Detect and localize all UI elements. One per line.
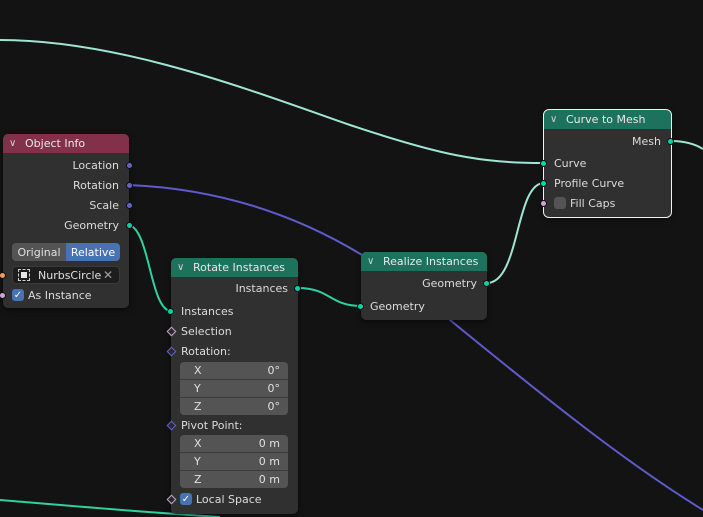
input-rotation-label: Rotation: <box>181 344 231 358</box>
socket-mesh[interactable] <box>667 138 674 145</box>
link-realize-to-profile[interactable] <box>486 182 545 284</box>
link-mesh-out[interactable] <box>670 140 703 150</box>
curve-to-mesh-node[interactable]: ∨ Curve to Mesh Mesh Curve Profile Curve… <box>540 109 674 218</box>
socket-as-instance[interactable] <box>0 292 6 299</box>
output-mesh: Mesh <box>632 134 661 148</box>
object-info-node[interactable]: ∨ Object Info Location Rotation Scale Ge… <box>0 134 133 308</box>
output-geometry: Geometry <box>422 276 477 290</box>
pivot-y[interactable]: Y0 m <box>180 453 288 471</box>
input-geometry: Geometry <box>370 299 425 313</box>
input-pivot-label: Pivot Point: <box>181 418 243 432</box>
input-curve: Curve <box>554 156 587 170</box>
socket-rotation[interactable] <box>126 182 133 189</box>
socket-location[interactable] <box>126 162 133 169</box>
socket-instances-out[interactable] <box>294 285 301 292</box>
output-rotation: Rotation <box>72 178 119 192</box>
node-title: Curve to Mesh <box>566 113 646 126</box>
socket-profile-curve[interactable] <box>540 180 547 187</box>
input-selection: Selection <box>181 324 232 338</box>
output-location: Location <box>72 158 119 172</box>
socket-instances-in[interactable] <box>167 308 174 315</box>
output-instances: Instances <box>235 281 288 295</box>
close-icon[interactable]: ✕ <box>103 268 113 282</box>
node-title: Object Info <box>25 137 86 150</box>
chevron-down-icon[interactable]: ∨ <box>177 262 189 273</box>
object-name: NurbsCircle <box>38 268 102 282</box>
link-instances-to-realize[interactable] <box>297 287 362 307</box>
output-geometry: Geometry <box>64 218 119 232</box>
node-title: Rotate Instances <box>193 261 286 274</box>
input-instances: Instances <box>181 304 234 318</box>
object-field[interactable]: NurbsCircle ✕ <box>12 266 120 284</box>
rotate-instances-header[interactable]: ∨ Rotate Instances <box>171 258 298 277</box>
socket-fill-caps[interactable] <box>540 200 547 207</box>
socket-scale[interactable] <box>126 202 133 209</box>
rotation-y[interactable]: Y 0° <box>180 380 288 398</box>
socket-geometry-in[interactable] <box>357 303 364 310</box>
socket-object[interactable] <box>0 272 6 279</box>
chevron-down-icon[interactable]: ∨ <box>9 138 21 149</box>
socket-curve[interactable] <box>540 160 547 167</box>
option-original[interactable]: Original <box>12 243 66 261</box>
local-space-checkbox-row[interactable]: ✓ Local Space <box>180 490 262 508</box>
node-title: Realize Instances <box>383 255 479 268</box>
realize-instances-node[interactable]: ∨ Realize Instances Geometry Geometry <box>357 252 490 320</box>
local-space-checkbox[interactable]: ✓ <box>180 493 192 505</box>
fill-caps-checkbox[interactable] <box>554 197 566 209</box>
socket-geometry-out[interactable] <box>483 280 490 287</box>
curve-to-mesh-header[interactable]: ∨ Curve to Mesh <box>544 110 671 129</box>
realize-instances-header[interactable]: ∨ Realize Instances <box>361 252 487 271</box>
pivot-vector-field[interactable]: X0 m Y0 m Z0 m <box>180 435 288 488</box>
rotation-z[interactable]: Z 0° <box>180 398 288 415</box>
transform-space-toggle[interactable]: Original Relative <box>12 243 120 261</box>
rotate-instances-node[interactable]: ∨ Rotate Instances Instances Instances S… <box>166 258 301 514</box>
as-instance-checkbox-row[interactable]: ✓ As Instance <box>12 286 92 304</box>
rotation-x[interactable]: X 0° <box>180 362 288 380</box>
link-geometry-to-instances[interactable] <box>128 224 172 312</box>
pivot-x[interactable]: X0 m <box>180 435 288 453</box>
chevron-down-icon[interactable]: ∨ <box>367 256 379 267</box>
option-relative[interactable]: Relative <box>66 243 120 261</box>
chevron-down-icon[interactable]: ∨ <box>550 114 562 125</box>
as-instance-checkbox[interactable]: ✓ <box>12 289 24 301</box>
fill-caps-checkbox-row[interactable]: Fill Caps <box>554 194 615 212</box>
object-info-header[interactable]: ∨ Object Info <box>3 134 129 153</box>
socket-geometry[interactable] <box>126 222 133 229</box>
rotation-vector-field[interactable]: X 0° Y 0° Z 0° <box>180 362 288 415</box>
pivot-z[interactable]: Z0 m <box>180 471 288 488</box>
output-scale: Scale <box>89 198 119 212</box>
object-icon <box>18 269 30 281</box>
input-profile-curve: Profile Curve <box>554 176 625 190</box>
